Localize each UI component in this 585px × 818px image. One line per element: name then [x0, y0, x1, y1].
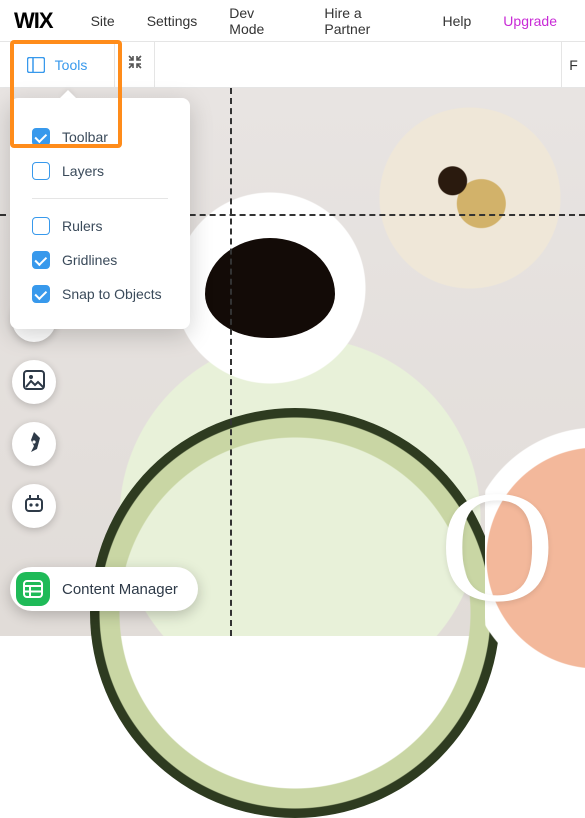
checkbox-icon — [32, 285, 50, 303]
decor-salad-plate — [90, 408, 500, 818]
tools-opt-label: Snap to Objects — [62, 286, 162, 302]
menu-site[interactable]: Site — [77, 13, 129, 29]
tools-dropdown: Toolbar Layers Rulers Gridlines Snap to … — [10, 98, 190, 329]
pen-nib-icon — [24, 431, 44, 458]
top-menu-bar: WIX Site Settings Dev Mode Hire a Partne… — [0, 0, 585, 42]
editor-toolbar: Tools F — [0, 42, 585, 88]
tools-opt-toolbar[interactable]: Toolbar — [10, 120, 190, 154]
tools-opt-snap[interactable]: Snap to Objects — [10, 277, 190, 311]
menu-dev-mode[interactable]: Dev Mode — [215, 5, 306, 37]
decor-soy-bowl — [205, 238, 335, 338]
robot-icon — [23, 494, 45, 519]
apps-button[interactable] — [12, 484, 56, 528]
menu-upgrade[interactable]: Upgrade — [489, 13, 571, 29]
dropdown-separator — [32, 198, 168, 199]
menu-hire-a-partner[interactable]: Hire a Partner — [310, 5, 424, 37]
wix-logo: WIX — [14, 8, 53, 34]
tools-opt-label: Toolbar — [62, 129, 108, 145]
tools-opt-gridlines[interactable]: Gridlines — [10, 243, 190, 277]
image-icon — [23, 370, 45, 395]
media-button[interactable] — [12, 360, 56, 404]
tools-button[interactable]: Tools — [0, 42, 115, 87]
vector-button[interactable] — [12, 422, 56, 466]
checkbox-icon — [32, 217, 50, 235]
tools-opt-label: Layers — [62, 163, 104, 179]
menu-help[interactable]: Help — [429, 13, 486, 29]
checkbox-icon — [32, 251, 50, 269]
tools-opt-label: Gridlines — [62, 252, 117, 268]
tools-button-label: Tools — [55, 57, 88, 73]
right-panel-label: F — [569, 57, 578, 73]
checkbox-icon — [32, 162, 50, 180]
content-manager-button[interactable]: Content Manager — [10, 567, 198, 611]
tools-opt-rulers[interactable]: Rulers — [10, 209, 190, 243]
decor-seeds — [428, 158, 510, 234]
panel-icon — [27, 57, 45, 73]
checkbox-icon — [32, 128, 50, 146]
collapse-icon — [127, 54, 143, 75]
gridline-vertical — [230, 88, 232, 636]
tools-opt-label: Rulers — [62, 218, 102, 234]
menu-settings[interactable]: Settings — [133, 13, 212, 29]
right-panel-toggle[interactable]: F — [561, 42, 585, 87]
decor-shrimp-plate — [485, 428, 585, 688]
content-manager-label: Content Manager — [62, 581, 178, 598]
table-icon — [16, 572, 50, 606]
collapse-button[interactable] — [115, 42, 155, 87]
tools-opt-layers[interactable]: Layers — [10, 154, 190, 188]
